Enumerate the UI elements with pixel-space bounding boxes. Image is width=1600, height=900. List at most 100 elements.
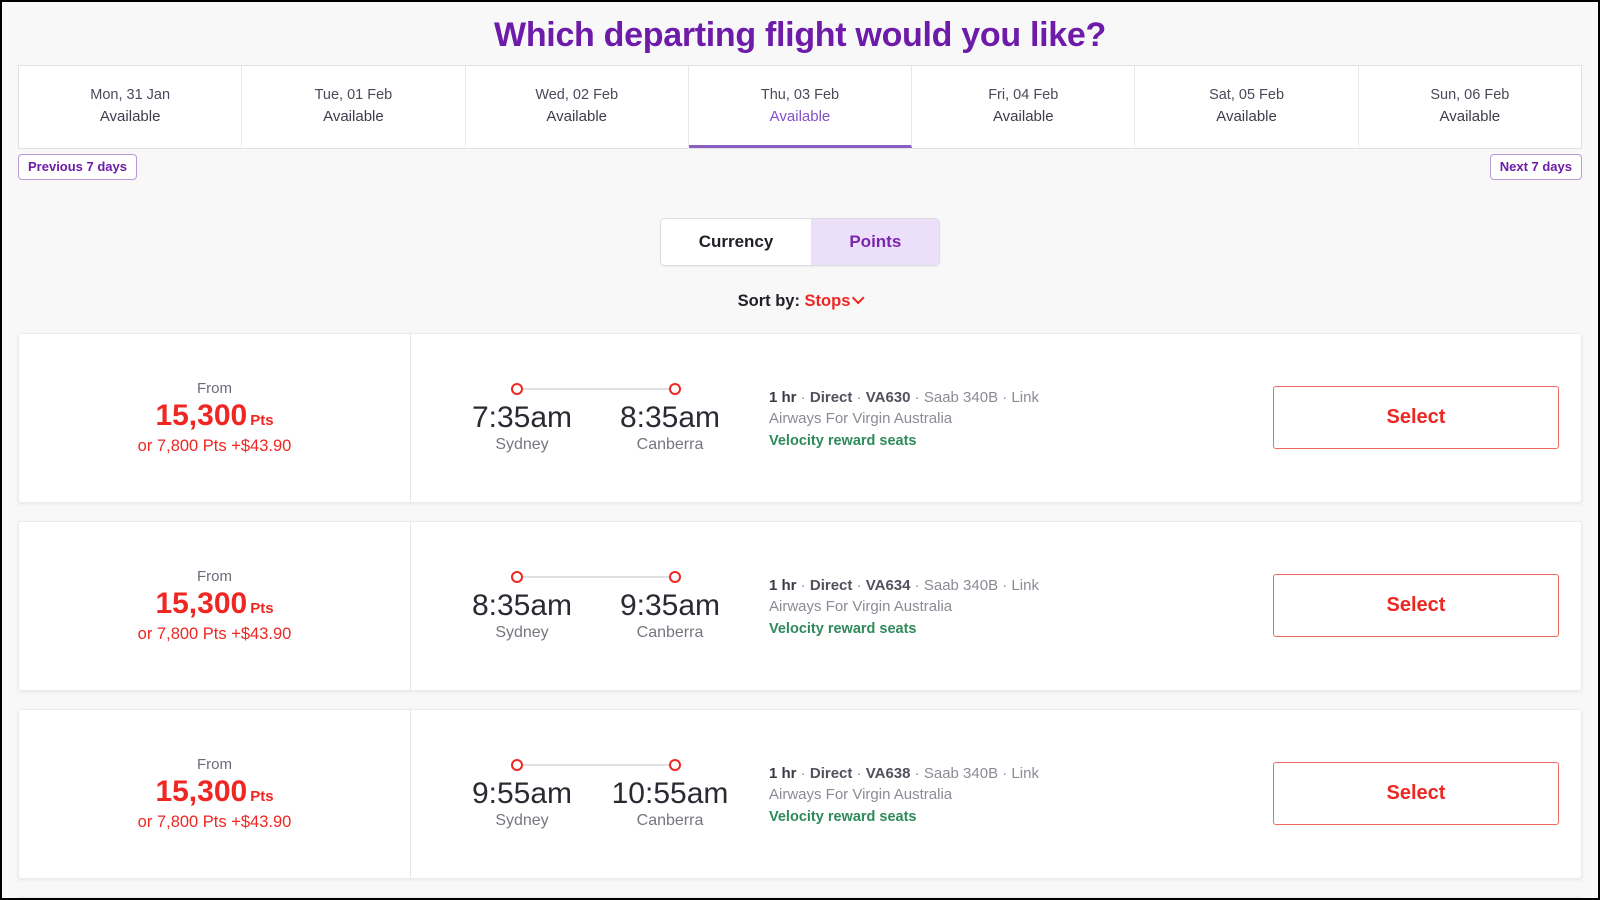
flight-number: VA630 (865, 388, 911, 406)
flight-details-block: 1 hr · Direct · VA630 · Saab 340B · Link… (761, 387, 1051, 450)
sort-row: Sort by: Stops (2, 291, 1598, 311)
date-tab-3[interactable]: Thu, 03 Feb Available (688, 66, 913, 148)
previous-7-days-button[interactable]: Previous 7 days (18, 153, 137, 180)
points-price: 15,300 Pts (155, 775, 273, 810)
flight-select-column: Select (1251, 334, 1581, 502)
flight-details-block: 1 hr · Direct · VA638 · Saab 340B · Link… (761, 763, 1051, 826)
flight-card: From 15,300 Pts or 7,800 Pts +$43.90 9:55am S… (18, 708, 1582, 879)
flight-detail-line: 1 hr · Direct · VA630 · Saab 340B · Link… (769, 388, 1039, 427)
date-tab-date: Tue, 01 Feb (314, 87, 393, 103)
times-row: 7:35am Sydney 8:35am Canberra (452, 401, 740, 454)
flight-aircraft: Saab 340B (923, 764, 999, 782)
points-price: 15,300 Pts (155, 399, 273, 434)
select-flight-button[interactable]: Select (1273, 574, 1559, 638)
fare-toggle-wrap: Currency Points (2, 217, 1598, 266)
flight-duration: 1 hr (769, 388, 797, 406)
arrival-time: 10:55am (611, 777, 729, 811)
toggle-option-currency[interactable]: Currency (660, 218, 812, 265)
arrival-time: 9:35am (619, 589, 721, 623)
arrival-cell: 10:55am Canberra (600, 777, 740, 830)
date-tab-date: Fri, 04 Feb (988, 87, 1059, 103)
points-unit: Pts (250, 787, 274, 805)
flight-stops: Direct (809, 764, 853, 782)
select-flight-button[interactable]: Select (1273, 386, 1559, 450)
date-tab-status: Available (992, 108, 1054, 126)
date-tab-strip: Mon, 31 Jan Available Tue, 01 Feb Available… (18, 65, 1582, 149)
sort-value-text: Stops (804, 291, 851, 310)
flight-times-block: 7:35am Sydney 8:35am Canberra (431, 382, 761, 454)
date-tab-status: Available (99, 108, 161, 126)
points-plus-cash: or 7,800 Pts +$43.90 (137, 625, 292, 644)
destination-dot-icon (669, 383, 681, 396)
origin-dot-icon (511, 571, 523, 584)
reward-seats-label: Velocity reward seats (769, 809, 917, 826)
date-tab-4[interactable]: Fri, 04 Feb Available (912, 66, 1136, 148)
sort-dropdown[interactable]: Stops (804, 291, 865, 310)
flight-number: VA634 (865, 576, 911, 594)
points-unit: Pts (250, 411, 274, 429)
route-bar (518, 764, 674, 767)
points-plus-cash: or 7,800 Pts +$43.90 (137, 437, 292, 456)
flight-duration: 1 hr (769, 576, 797, 594)
flight-aircraft: Saab 340B (923, 576, 999, 594)
times-row: 8:35am Sydney 9:35am Canberra (452, 589, 740, 642)
date-tab-status: Available (1216, 108, 1277, 126)
page-title: Which departing flight would you like? (2, 2, 1598, 65)
next-7-days-button[interactable]: Next 7 days (1489, 153, 1582, 180)
from-label: From (197, 379, 232, 397)
date-tab-date: Wed, 02 Feb (535, 87, 619, 103)
date-tab-1[interactable]: Tue, 01 Feb Available (242, 66, 466, 148)
origin-dot-icon (511, 383, 523, 396)
date-tab-date: Sat, 05 Feb (1209, 87, 1285, 103)
times-row: 9:55am Sydney 10:55am Canberra (452, 777, 740, 830)
arrival-city: Canberra (636, 435, 704, 453)
points-plus-cash: or 7,800 Pts +$43.90 (137, 813, 292, 832)
arrival-cell: 9:35am Canberra (600, 589, 740, 642)
arrival-time: 8:35am (619, 401, 721, 435)
fare-type-toggle: Currency Points (659, 217, 941, 266)
departure-time: 8:35am (471, 589, 573, 623)
departure-cell: 7:35am Sydney (452, 401, 592, 454)
from-label: From (197, 567, 232, 585)
origin-dot-icon (511, 759, 523, 772)
route-line-graphic (511, 570, 681, 584)
flight-price-column: From 15,300 Pts or 7,800 Pts +$43.90 (19, 709, 411, 878)
toggle-option-points[interactable]: Points (811, 218, 940, 265)
date-tab-2[interactable]: Wed, 02 Feb Available (465, 66, 689, 148)
date-tab-date: Thu, 03 Feb (760, 87, 840, 103)
flight-times-block: 9:55am Sydney 10:55am Canberra (431, 758, 761, 830)
date-tab-status: Available (546, 108, 607, 126)
route-bar (518, 576, 674, 579)
flight-stops: Direct (809, 576, 853, 594)
flight-select-column: Select (1251, 522, 1581, 690)
route-bar (518, 388, 674, 391)
destination-dot-icon (669, 759, 681, 772)
points-price: 15,300 Pts (155, 587, 273, 622)
chevron-down-icon (852, 291, 865, 305)
flight-stops: Direct (809, 388, 853, 406)
date-paging-row: Previous 7 days Next 7 days (18, 153, 1582, 188)
flight-detail-line: 1 hr · Direct · VA638 · Saab 340B · Link… (769, 764, 1039, 803)
departure-cell: 9:55am Sydney (452, 777, 592, 830)
departure-city: Sydney (495, 623, 549, 641)
points-value: 15,300 (155, 398, 248, 432)
arrival-city: Canberra (636, 811, 704, 829)
flight-info-column: 8:35am Sydney 9:35am Canberra 1 hr · Direct … (411, 522, 1251, 690)
flight-select-column: Select (1251, 710, 1581, 878)
from-label: From (197, 755, 232, 773)
date-tab-date: Sun, 06 Feb (1430, 87, 1510, 103)
select-flight-button[interactable]: Select (1273, 762, 1559, 826)
points-unit: Pts (250, 599, 274, 617)
flight-info-column: 7:35am Sydney 8:35am Canberra 1 hr · Direct … (411, 334, 1251, 502)
date-tab-6[interactable]: Sun, 06 Feb Available (1358, 66, 1581, 148)
date-tab-0[interactable]: Mon, 31 Jan Available (19, 66, 243, 148)
arrival-city: Canberra (636, 623, 704, 641)
points-value: 15,300 (155, 774, 248, 808)
flight-detail-line: 1 hr · Direct · VA634 · Saab 340B · Link… (769, 576, 1039, 615)
departure-city: Sydney (495, 435, 549, 453)
date-tab-5[interactable]: Sat, 05 Feb Available (1135, 66, 1359, 148)
flight-duration: 1 hr (769, 764, 797, 782)
flight-price-column: From 15,300 Pts or 7,800 Pts +$43.90 (19, 333, 411, 502)
flight-price-column: From 15,300 Pts or 7,800 Pts +$43.90 (19, 521, 411, 690)
departure-cell: 8:35am Sydney (452, 589, 592, 642)
